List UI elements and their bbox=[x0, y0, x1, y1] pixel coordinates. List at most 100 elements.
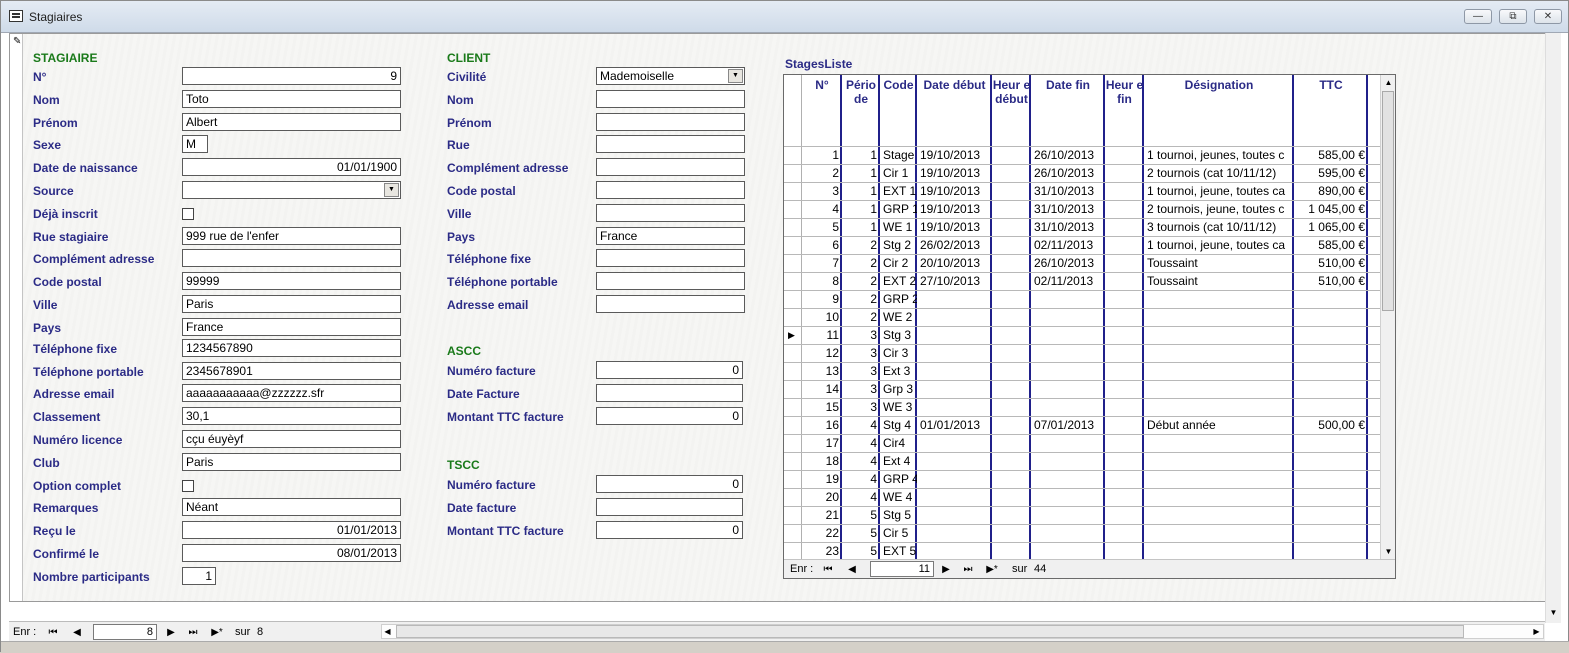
cell-heur-e-debut[interactable] bbox=[992, 183, 1031, 200]
cell-ttc[interactable]: 500,00 € bbox=[1294, 417, 1368, 434]
cell-designation[interactable]: Toussaint bbox=[1144, 273, 1294, 290]
field-ville[interactable]: Paris bbox=[182, 295, 401, 313]
cell-n[interactable]: 8 bbox=[802, 273, 842, 290]
cell-date-debut[interactable] bbox=[917, 291, 992, 308]
cell-heur-e-fin[interactable] bbox=[1105, 417, 1144, 434]
cell-ttc[interactable] bbox=[1294, 345, 1368, 362]
cell-heur-e-debut[interactable] bbox=[992, 345, 1031, 362]
cell-code[interactable]: WE 2 bbox=[880, 309, 917, 326]
cell-code[interactable]: Cir 3 bbox=[880, 345, 917, 362]
field-telephone-portable[interactable]: 2345678901 bbox=[182, 362, 401, 380]
ascc-field-date-facture[interactable] bbox=[596, 384, 743, 402]
cell-heur-e-fin[interactable] bbox=[1105, 255, 1144, 272]
field-club[interactable]: Paris bbox=[182, 453, 401, 471]
cell-heur-e-fin[interactable] bbox=[1105, 327, 1144, 344]
scroll-left-icon[interactable]: ◀ bbox=[381, 624, 394, 639]
client-field-adresse-email[interactable] bbox=[596, 295, 745, 313]
cell-code[interactable]: Ext 4 bbox=[880, 453, 917, 470]
cell-n[interactable]: 5 bbox=[802, 219, 842, 236]
cell-perio-de[interactable]: 2 bbox=[842, 273, 880, 290]
cell-date-debut[interactable] bbox=[917, 507, 992, 524]
column-header-heur-e-debut[interactable]: Heur e début bbox=[992, 78, 1031, 106]
cell-designation[interactable] bbox=[1144, 363, 1294, 380]
cell-date-fin[interactable]: 31/10/2013 bbox=[1031, 201, 1105, 218]
column-header-designation[interactable]: Désignation bbox=[1144, 78, 1294, 92]
field-source[interactable]: ▼ bbox=[182, 181, 401, 199]
cell-heur-e-debut[interactable] bbox=[992, 327, 1031, 344]
cell-perio-de[interactable]: 3 bbox=[842, 363, 880, 380]
cell-heur-e-debut[interactable] bbox=[992, 237, 1031, 254]
close-button[interactable]: ✕ bbox=[1534, 9, 1562, 24]
cell-heur-e-fin[interactable] bbox=[1105, 471, 1144, 488]
tscc-field-numero-facture[interactable]: 0 bbox=[596, 475, 743, 493]
table-row[interactable]: 15 3 WE 3 bbox=[784, 398, 1380, 416]
scroll-right-icon[interactable]: ▶ bbox=[1530, 624, 1543, 639]
stages-prev-record-button[interactable]: ◀ bbox=[842, 561, 862, 577]
cell-designation[interactable] bbox=[1144, 543, 1294, 559]
cell-n[interactable]: 17 bbox=[802, 435, 842, 452]
field-sexe[interactable]: M bbox=[182, 135, 208, 153]
table-row[interactable]: 14 3 Grp 3 bbox=[784, 380, 1380, 398]
cell-ttc[interactable] bbox=[1294, 525, 1368, 542]
cell-designation[interactable] bbox=[1144, 291, 1294, 308]
cell-n[interactable]: 23 bbox=[802, 543, 842, 559]
cell-date-debut[interactable] bbox=[917, 471, 992, 488]
cell-n[interactable]: 10 bbox=[802, 309, 842, 326]
client-field-ville[interactable] bbox=[596, 204, 745, 222]
cell-date-debut[interactable]: 27/10/2013 bbox=[917, 273, 992, 290]
table-row[interactable]: ▶ 11 3 Stg 3 bbox=[784, 326, 1380, 344]
scroll-down-icon[interactable]: ▼ bbox=[1381, 544, 1395, 559]
cell-heur-e-debut[interactable] bbox=[992, 435, 1031, 452]
cell-date-debut[interactable]: 20/10/2013 bbox=[917, 255, 992, 272]
cell-n[interactable]: 19 bbox=[802, 471, 842, 488]
form-next-record-button[interactable]: ▶ bbox=[161, 624, 181, 640]
cell-heur-e-fin[interactable] bbox=[1105, 291, 1144, 308]
cell-heur-e-debut[interactable] bbox=[992, 165, 1031, 182]
cell-ttc[interactable] bbox=[1294, 399, 1368, 416]
cell-date-fin[interactable] bbox=[1031, 543, 1105, 559]
table-row[interactable]: 22 5 Cir 5 bbox=[784, 524, 1380, 542]
cell-designation[interactable] bbox=[1144, 399, 1294, 416]
table-row[interactable]: 17 4 Cir4 bbox=[784, 434, 1380, 452]
table-row[interactable]: 13 3 Ext 3 bbox=[784, 362, 1380, 380]
cell-designation[interactable]: 1 tournoi, jeune, toutes ca bbox=[1144, 183, 1294, 200]
client-field-rue[interactable] bbox=[596, 135, 745, 153]
cell-ttc[interactable]: 1 045,00 € bbox=[1294, 201, 1368, 218]
cell-designation[interactable] bbox=[1144, 525, 1294, 542]
cell-date-debut[interactable] bbox=[917, 453, 992, 470]
cell-heur-e-fin[interactable] bbox=[1105, 543, 1144, 559]
cell-heur-e-fin[interactable] bbox=[1105, 381, 1144, 398]
cell-date-debut[interactable] bbox=[917, 525, 992, 542]
cell-ttc[interactable] bbox=[1294, 435, 1368, 452]
cell-heur-e-fin[interactable] bbox=[1105, 201, 1144, 218]
cell-designation[interactable] bbox=[1144, 489, 1294, 506]
cell-designation[interactable] bbox=[1144, 327, 1294, 344]
checkbox-option-complet[interactable] bbox=[182, 480, 194, 492]
cell-ttc[interactable] bbox=[1294, 363, 1368, 380]
cell-heur-e-fin[interactable] bbox=[1105, 399, 1144, 416]
cell-ttc[interactable] bbox=[1294, 489, 1368, 506]
cell-designation[interactable]: 1 tournoi, jeune, toutes ca bbox=[1144, 237, 1294, 254]
stages-scroll-thumb[interactable] bbox=[1382, 91, 1394, 311]
cell-date-fin[interactable] bbox=[1031, 525, 1105, 542]
table-row[interactable]: 19 4 GRP 4 bbox=[784, 470, 1380, 488]
form-first-record-button[interactable]: ⏮ bbox=[43, 624, 63, 640]
cell-date-fin[interactable]: 02/11/2013 bbox=[1031, 273, 1105, 290]
cell-heur-e-debut[interactable] bbox=[992, 381, 1031, 398]
client-field-pays[interactable]: France bbox=[596, 227, 745, 245]
field-remarques[interactable]: Néant bbox=[182, 498, 401, 516]
cell-ttc[interactable] bbox=[1294, 381, 1368, 398]
client-field-telephone-fixe[interactable] bbox=[596, 249, 745, 267]
cell-heur-e-fin[interactable] bbox=[1105, 309, 1144, 326]
stages-current-record-field[interactable]: 11 bbox=[870, 561, 934, 577]
form-current-record-field[interactable]: 8 bbox=[93, 624, 157, 640]
cell-heur-e-fin[interactable] bbox=[1105, 489, 1144, 506]
stages-last-record-button[interactable]: ⏭ bbox=[958, 561, 978, 577]
cell-n[interactable]: 11 bbox=[802, 327, 842, 344]
form-horizontal-scrollbar[interactable]: ◀ ▶ bbox=[381, 624, 1544, 639]
cell-code[interactable]: Stg 3 bbox=[880, 327, 917, 344]
cell-code[interactable]: Stg 5 bbox=[880, 507, 917, 524]
cell-heur-e-debut[interactable] bbox=[992, 471, 1031, 488]
table-row[interactable]: 7 2 Cir 2 20/10/2013 26/10/2013 Toussaint 510,… bbox=[784, 254, 1380, 272]
cell-heur-e-debut[interactable] bbox=[992, 417, 1031, 434]
